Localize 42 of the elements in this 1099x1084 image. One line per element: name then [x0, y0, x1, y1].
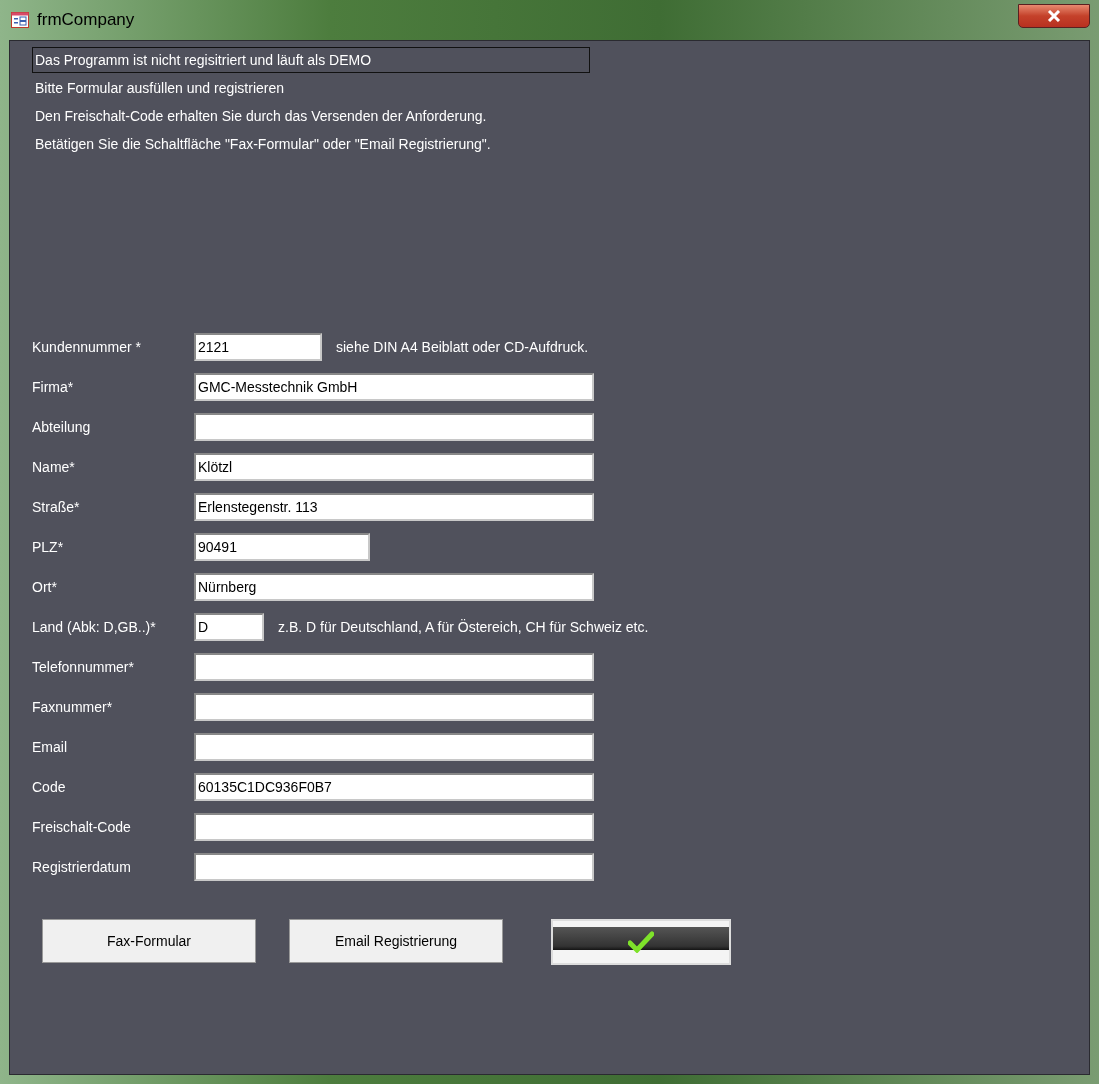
- window-title: frmCompany: [37, 10, 135, 30]
- field-label: Straße*: [32, 499, 81, 515]
- text-field[interactable]: Nürnberg: [194, 573, 594, 601]
- text-field[interactable]: [194, 853, 594, 881]
- field-label: PLZ*: [32, 539, 65, 555]
- text-field[interactable]: D: [194, 613, 264, 641]
- form-icon: [11, 12, 29, 28]
- action-button[interactable]: Email Registrierung: [289, 919, 503, 963]
- hint-text: siehe DIN A4 Beiblatt oder CD-Aufdruck.: [336, 339, 589, 355]
- text-field[interactable]: Klötzl: [194, 453, 594, 481]
- text-field[interactable]: Erlenstegenstr. 113: [194, 493, 594, 521]
- action-button[interactable]: Fax-Formular: [42, 919, 256, 963]
- field-label: Freischalt-Code: [32, 819, 132, 835]
- field-label: Code: [32, 779, 67, 795]
- confirm-button[interactable]: [551, 919, 731, 965]
- field-label: Name*: [32, 459, 76, 475]
- field-label: Email: [32, 739, 68, 755]
- close-icon: [1047, 10, 1061, 22]
- text-field[interactable]: [194, 413, 594, 441]
- notice-text: Das Programm ist nicht regisitriert und läuft als DEMO: [32, 47, 590, 73]
- text-field[interactable]: [194, 733, 594, 761]
- text-field[interactable]: [194, 653, 594, 681]
- notice-text: Betätigen Sie die Schaltfläche "Fax-Formular" oder "Email Registrierung".: [34, 135, 492, 154]
- notice-text: Bitte Formular ausfüllen und registrieren: [34, 79, 285, 98]
- text-field[interactable]: 90491: [194, 533, 370, 561]
- notice-text: Den Freischalt-Code erhalten Sie durch das Versenden der Anforderung.: [34, 107, 488, 126]
- text-field[interactable]: 60135C1DC936F0B7: [194, 773, 594, 801]
- text-field[interactable]: 2121: [194, 333, 322, 361]
- hint-text: z.B. D für Deutschland, A für Östereich, CH für Schweiz etc.: [278, 619, 649, 635]
- field-label: Abteilung: [32, 419, 92, 435]
- field-label: Ort*: [32, 579, 58, 595]
- field-label: Registrierdatum: [32, 859, 132, 875]
- field-label: Telefonnummer*: [32, 659, 135, 675]
- close-button[interactable]: [1018, 4, 1090, 28]
- text-field[interactable]: GMC-Messtechnik GmbH: [194, 373, 594, 401]
- field-label: Firma*: [32, 379, 75, 395]
- text-field[interactable]: [194, 693, 594, 721]
- text-field[interactable]: [194, 813, 594, 841]
- checkmark-icon: [628, 931, 654, 953]
- field-label: Land (Abk: D,GB..)*: [32, 619, 157, 635]
- field-label: Faxnummer*: [32, 699, 114, 715]
- field-label: Kundennummer *: [32, 339, 142, 355]
